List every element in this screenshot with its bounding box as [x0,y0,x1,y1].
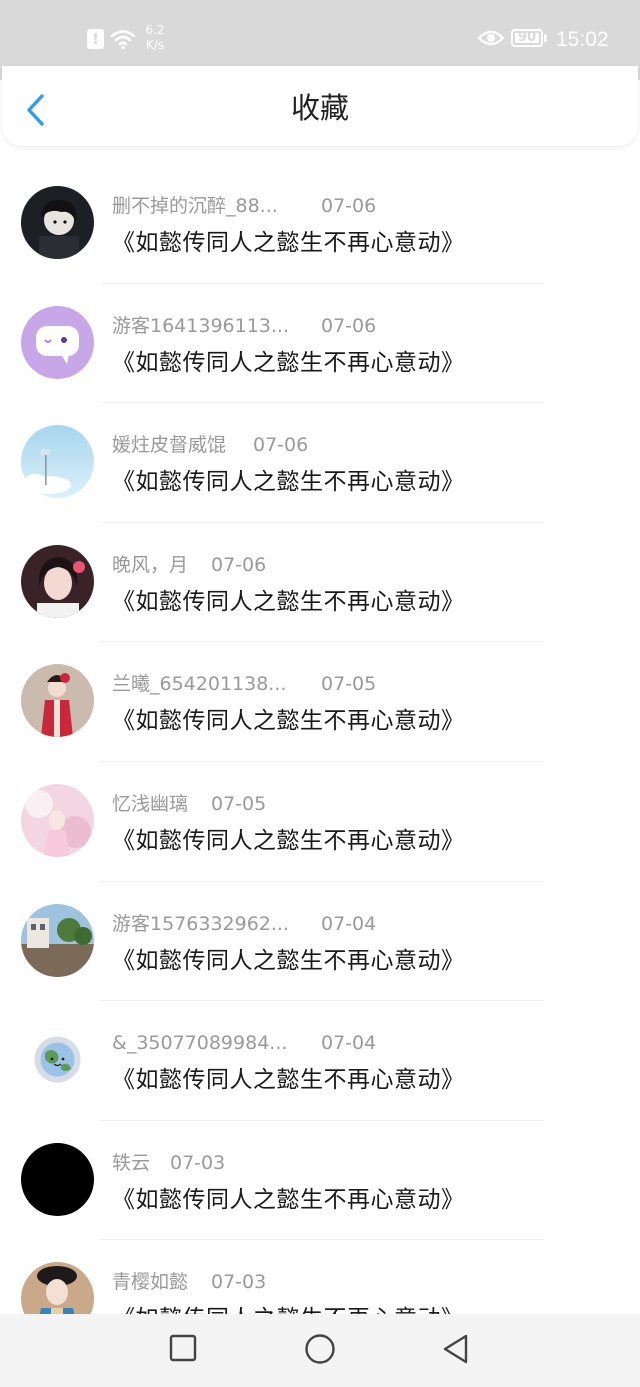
item-meta: &_35077089984... 07-04 [112,1029,376,1057]
avatar[interactable] [21,425,94,499]
wifi-icon [110,30,136,50]
network-speed: 6.2 K/s [143,23,167,53]
post-date: 07-03 [170,1151,226,1174]
user-name: 青樱如懿 [112,1271,189,1294]
item-meta: 青樱如懿 07-03 [112,1268,266,1296]
item-meta: 晚风，月 07-06 [112,551,266,579]
post-title[interactable]: 《如懿传同人之懿生不再心意动》 [112,944,465,978]
user-name: &_35077089984... [112,1032,288,1055]
user-name: 忆浅幽璃 [112,792,189,815]
circle-icon[interactable] [304,1333,336,1365]
post-date: 07-05 [321,673,377,696]
user-name: 兰曦_654201138... [112,673,287,696]
post-title[interactable]: 《如懿传同人之懿生不再心意动》 [112,226,465,260]
list-item[interactable]: 晚风，月 07-06 《如懿传同人之懿生不再心意动》 [0,523,640,643]
post-title[interactable]: 《如懿传同人之懿生不再心意动》 [112,704,465,738]
user-name: 媛炷皮督威馄 [112,434,227,457]
post-title[interactable]: 《如懿传同人之懿生不再心意动》 [112,585,465,619]
clock: 15:02 [556,28,609,51]
post-title[interactable]: 《如懿传同人之懿生不再心意动》 [112,1183,465,1217]
avatar[interactable] [21,903,94,977]
page-title: 收藏 [290,91,349,125]
list-item[interactable]: 兰曦_654201138... 07-05 《如懿传同人之懿生不再心意动》 [0,642,640,762]
user-name: 轶云 [112,1151,151,1174]
avatar[interactable] [21,186,94,259]
avatar[interactable] [21,544,94,618]
item-meta: 媛炷皮督威馄 07-06 [112,431,308,459]
list-item[interactable]: 游客1641396113... 07-06 《如懿传同人之懿生不再心意动》 [0,284,640,404]
favorites-list: 删不掉的沉醉_88... 07-06 《如懿传同人之懿生不再心意动》 游客164… [0,164,640,1360]
avatar[interactable] [21,305,94,379]
list-item[interactable]: 媛炷皮督威馄 07-06 《如懿传同人之懿生不再心意动》 [0,403,640,523]
speed-value: 6.2 [145,23,165,37]
user-name: 游客1576332962... [112,912,290,935]
post-date: 07-04 [321,912,377,935]
battery-level: 90 [517,30,537,45]
item-meta: 兰曦_654201138... 07-05 [112,670,376,698]
avatar[interactable] [21,1142,94,1216]
post-title[interactable]: 《如懿传同人之懿生不再心意动》 [112,1063,465,1097]
list-item[interactable]: 忆浅幽璃 07-05 《如懿传同人之懿生不再心意动》 [0,762,640,882]
post-date: 07-03 [211,1271,267,1294]
post-date: 07-04 [321,1032,377,1055]
battery-tip [544,34,547,42]
list-item[interactable]: 轶云 07-03 《如懿传同人之懿生不再心意动》 [0,1121,640,1241]
screen: ! 6.2 K/s 90 15:02 收藏 删不掉的沉醉_88... 07-06… [0,0,640,1387]
user-name: 删不掉的沉醉_88... [112,195,278,217]
post-title[interactable]: 《如懿传同人之懿生不再心意动》 [112,346,465,380]
user-name: 游客1641396113... [112,314,290,337]
avatar[interactable] [21,1023,94,1097]
post-date: 07-06 [253,434,309,457]
square-icon[interactable] [169,1334,197,1362]
item-meta: 轶云 07-03 [112,1149,225,1177]
post-title[interactable]: 《如懿传同人之懿生不再心意动》 [112,465,465,499]
post-title[interactable]: 《如懿传同人之懿生不再心意动》 [112,824,465,858]
list-item[interactable]: &_35077089984... 07-04 《如懿传同人之懿生不再心意动》 [0,1001,640,1121]
alert-icon: ! [87,29,104,49]
user-name: 晚风，月 [112,553,189,576]
list-item[interactable]: 游客1576332962... 07-04 《如懿传同人之懿生不再心意动》 [0,882,640,1002]
item-meta: 删不掉的沉醉_88... 07-06 [112,192,376,220]
header: 收藏 [2,66,638,146]
eye-icon [477,30,505,46]
item-meta: 忆浅幽璃 07-05 [112,790,266,818]
avatar[interactable] [21,783,94,857]
triangle-back-icon[interactable] [441,1333,471,1365]
avatar[interactable] [21,664,94,738]
post-date: 07-06 [211,553,267,576]
post-date: 07-06 [321,314,377,337]
speed-unit: K/s [145,38,165,52]
post-date: 07-06 [321,195,377,217]
item-meta: 游客1576332962... 07-04 [112,910,376,938]
system-nav-bar [0,1314,640,1387]
list-item[interactable]: 删不掉的沉醉_88... 07-06 《如懿传同人之懿生不再心意动》 [0,164,640,284]
battery-icon: 90 [511,29,543,47]
item-meta: 游客1641396113... 07-06 [112,312,376,340]
post-date: 07-05 [211,792,267,815]
